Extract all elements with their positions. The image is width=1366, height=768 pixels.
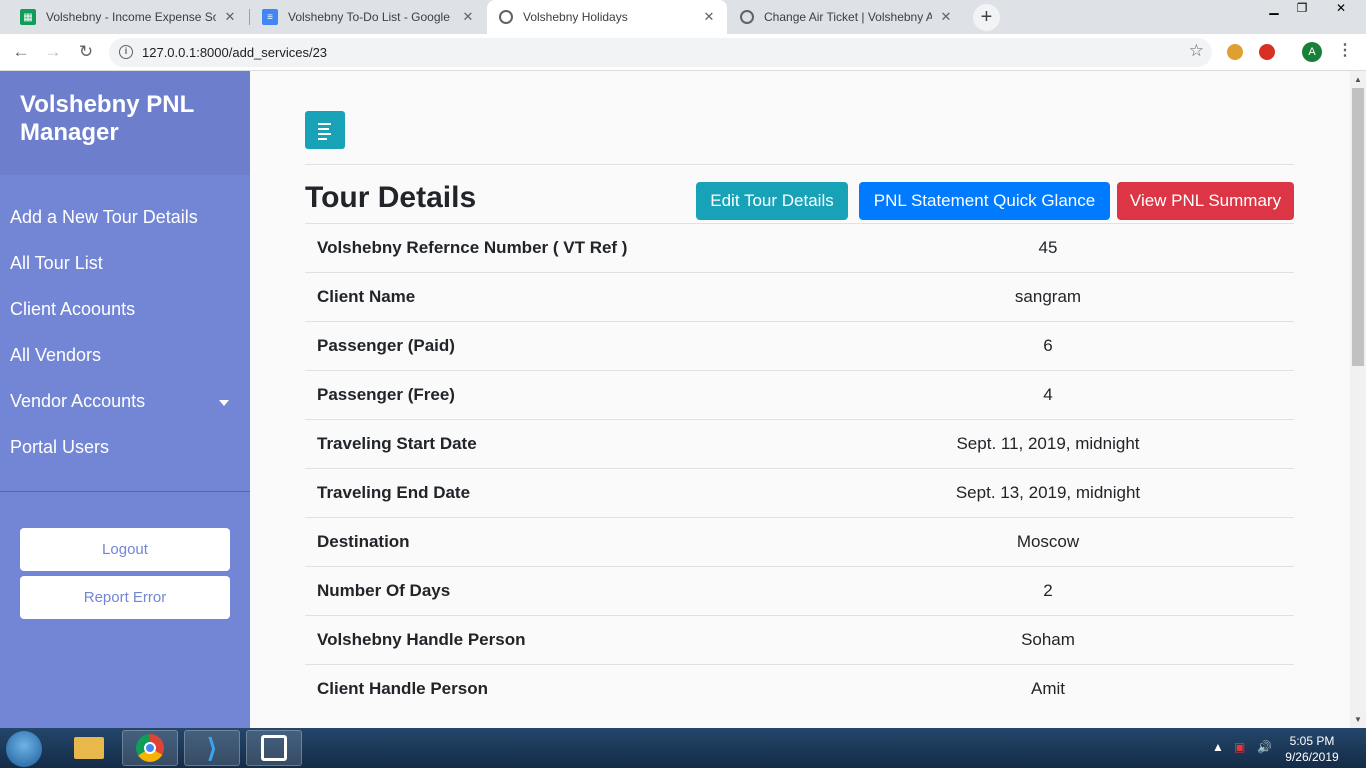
row-label: Passenger (Paid) [305,321,802,371]
sidebar-divider [0,491,250,492]
sidebar-item-add-tour[interactable]: Add a New Tour Details [10,207,198,228]
view-pnl-summary-button[interactable]: View PNL Summary [1117,182,1294,220]
scrollbar[interactable]: ▲ ▼ [1350,71,1366,728]
row-value: 4 [802,370,1294,420]
row-label: Client Handle Person [305,664,802,714]
row-value: 45 [802,223,1294,273]
browser-tab[interactable]: ▦ Volshebny - Income Expense Sof ✕ [8,0,248,34]
sidebar-title: Volshebny PNL Manager [0,71,250,175]
clock-date: 9/26/2019 [1285,750,1339,764]
scroll-thumb[interactable] [1352,88,1364,366]
windows-start-icon[interactable] [6,731,42,767]
report-error-button[interactable]: Report Error [20,576,230,619]
sidebar-item-all-tours[interactable]: All Tour List [10,253,103,274]
address-bar[interactable]: i 127.0.0.1:8000/add_services/23 ☆ [109,38,1212,67]
chevron-down-icon[interactable] [219,400,229,406]
row-label: Volshebny Refernce Number ( VT Ref ) [305,223,802,273]
row-label: Destination [305,517,802,567]
row-value: Sept. 13, 2019, midnight [802,468,1294,518]
row-label: Client Name [305,272,802,322]
close-tab-icon[interactable]: ✕ [222,9,238,25]
taskbar-clock[interactable]: 5:05 PM 9/26/2019 [1282,733,1342,765]
main-content: Tour Details Edit Tour Details PNL State… [250,71,1350,728]
close-tab-icon[interactable]: ✕ [938,9,954,25]
row-label: Traveling End Date [305,468,802,518]
row-value: 2 [802,566,1294,616]
globe-icon [499,10,513,24]
pnl-quick-glance-button[interactable]: PNL Statement Quick Glance [859,182,1110,220]
close-tab-icon[interactable]: ✕ [460,9,476,25]
row-value: 6 [802,321,1294,371]
browser-tab-active[interactable]: Volshebny Holidays ✕ [487,0,727,34]
tour-details-table: Volshebny Refernce Number ( VT Ref ) 45 Cl… [305,223,1294,714]
page-viewport: Volshebny PNL Manager Add a New Tour Det… [0,71,1366,728]
table-row: Passenger (Paid) 6 [305,321,1294,371]
browser-menu-icon[interactable]: ⋮ [1337,40,1353,62]
row-label: Traveling Start Date [305,419,802,469]
table-row: Destination Moscow [305,517,1294,567]
sidebar-item-portal-users[interactable]: Portal Users [10,437,109,458]
browser-tab[interactable]: ≡ Volshebny To-Do List - Google D ✕ [250,0,486,34]
sidebar-item-client-accounts[interactable]: Client Acoounts [10,299,135,320]
close-tab-icon[interactable]: ✕ [701,9,717,25]
divider [305,164,1294,165]
extension-icon[interactable] [1259,44,1275,60]
browser-tab[interactable]: Change Air Ticket | Volshebny Ad ✕ [728,0,964,34]
browser-toolbar: ← → ↻ i 127.0.0.1:8000/add_services/23 ☆… [0,34,1366,71]
url-text[interactable]: 127.0.0.1:8000/add_services/23 [142,45,327,60]
volume-icon[interactable]: 🔊 [1257,740,1272,754]
profile-avatar[interactable]: A [1302,42,1322,62]
network-icon[interactable]: ▣ [1234,740,1245,754]
scroll-down-icon[interactable]: ▼ [1354,715,1362,724]
google-docs-icon: ≡ [262,9,278,25]
row-label: Number Of Days [305,566,802,616]
new-tab-button[interactable]: + [973,4,1000,31]
bookmark-star-icon[interactable]: ☆ [1189,41,1204,61]
info-icon[interactable]: i [119,45,133,59]
scroll-up-icon[interactable]: ▲ [1354,75,1362,84]
minimize-icon[interactable]: ▁ [1260,0,1288,18]
table-row: Number Of Days 2 [305,566,1294,616]
edit-tour-details-button[interactable]: Edit Tour Details [696,182,848,220]
back-icon[interactable]: ← [9,40,33,64]
row-value: sangram [802,272,1294,322]
vscode-icon[interactable]: ⟩ [184,730,240,766]
sidebar-item-vendor-accounts[interactable]: Vendor Accounts [10,391,145,412]
table-row: Client Handle Person Amit [305,664,1294,714]
globe-icon [740,10,754,24]
browser-tab-strip: ▦ Volshebny - Income Expense Sof ✕ ≡ Vol… [0,0,1366,34]
window-controls: ▁ ❐ ✕ [1260,0,1366,18]
row-label: Passenger (Free) [305,370,802,420]
app-icon[interactable] [246,730,302,766]
table-row: Traveling Start Date Sept. 11, 2019, midn… [305,419,1294,469]
close-window-icon[interactable]: ✕ [1316,0,1366,18]
forward-icon[interactable]: → [41,40,65,64]
cookie-extension-icon[interactable] [1227,44,1243,60]
table-row: Passenger (Free) 4 [305,370,1294,420]
clock-time: 5:05 PM [1289,734,1335,748]
row-value: Moscow [802,517,1294,567]
table-row: Volshebny Handle Person Soham [305,615,1294,665]
row-label: Volshebny Handle Person [305,615,802,665]
windows-taskbar: ⟩ ▲ ▣ 🔊 5:05 PM 9/26/2019 [0,728,1366,768]
row-value: Amit [802,664,1294,714]
table-row: Volshebny Refernce Number ( VT Ref ) 45 [305,223,1294,273]
chrome-icon[interactable] [122,730,178,766]
sidebar-toggle-button[interactable] [305,111,345,149]
table-row: Client Name sangram [305,272,1294,322]
reload-icon[interactable]: ↻ [74,40,98,64]
row-value: Sept. 11, 2019, midnight [802,419,1294,469]
google-sheets-icon: ▦ [20,9,36,25]
table-row: Traveling End Date Sept. 13, 2019, midnig… [305,468,1294,518]
logout-button[interactable]: Logout [20,528,230,571]
page-title: Tour Details [305,181,477,214]
sidebar-item-all-vendors[interactable]: All Vendors [10,345,101,366]
maximize-icon[interactable]: ❐ [1288,0,1316,18]
file-explorer-icon[interactable] [61,730,117,766]
sidebar: Volshebny PNL Manager Add a New Tour Det… [0,71,250,728]
tray-expand-icon[interactable]: ▲ [1212,740,1224,754]
row-value: Soham [802,615,1294,665]
